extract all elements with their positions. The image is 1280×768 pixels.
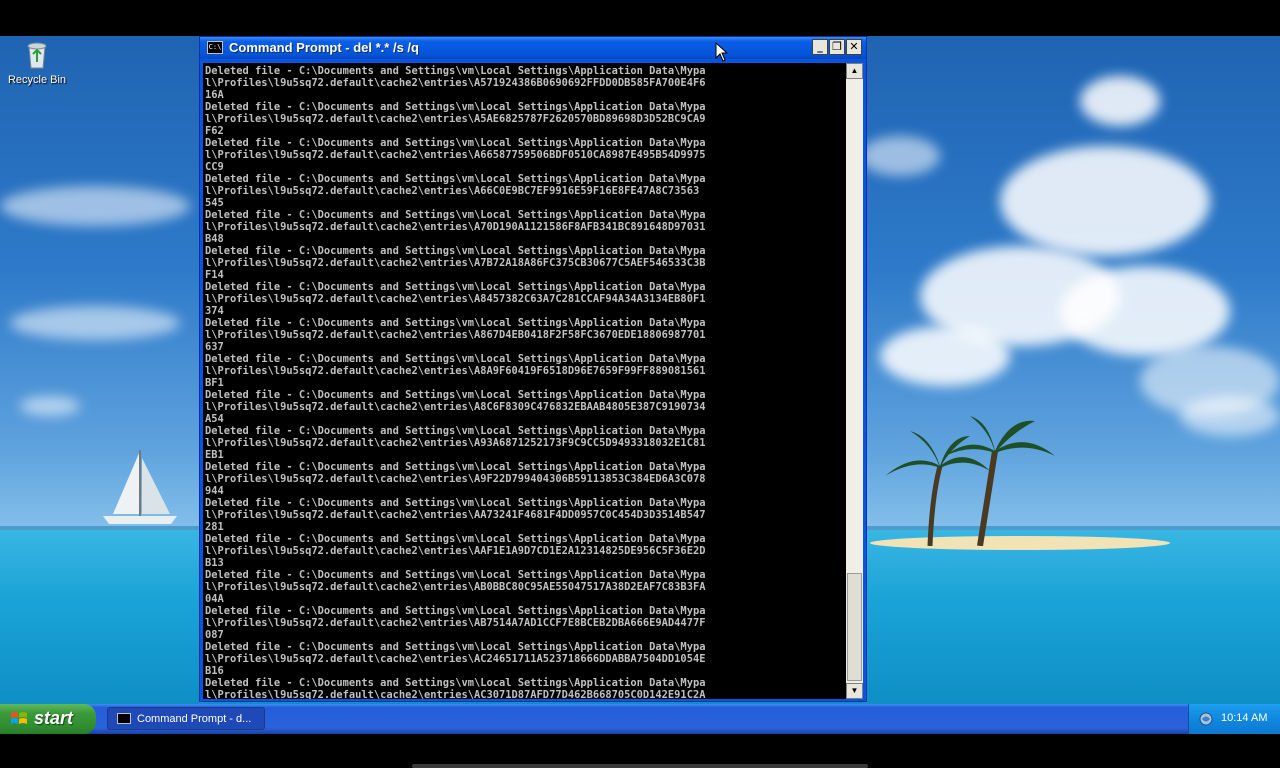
cloud xyxy=(860,136,940,176)
taskbar-button-label: Command Prompt - d... xyxy=(137,713,252,725)
windows-flag-icon xyxy=(11,712,27,724)
screen-bottom-strip xyxy=(0,734,1280,768)
start-button[interactable]: start xyxy=(0,704,96,734)
cloud xyxy=(880,326,1010,386)
mouse-pointer-icon xyxy=(715,42,729,62)
start-label: start xyxy=(34,708,74,728)
network-icon[interactable] xyxy=(1198,711,1214,727)
bottom-bar xyxy=(412,764,868,768)
palm-trees xyxy=(885,416,1055,546)
restore-button[interactable]: ❐ xyxy=(829,39,845,55)
close-button[interactable]: ✕ xyxy=(846,39,862,55)
console-text: Deleted file - C:\Documents and Settings… xyxy=(205,65,706,699)
command-prompt-icon[interactable]: C:\ xyxy=(207,41,223,54)
cloud xyxy=(0,186,190,226)
scroll-up-arrow-icon[interactable]: ▲ xyxy=(846,63,863,79)
sailboat xyxy=(103,450,177,524)
vertical-scrollbar[interactable]: ▲ ▼ xyxy=(846,63,863,699)
taskbar-button-command-prompt[interactable]: Command Prompt - d... xyxy=(107,707,265,730)
system-tray: 10:14 AM xyxy=(1188,704,1280,734)
command-prompt-icon xyxy=(117,713,131,724)
cloud xyxy=(1080,76,1160,126)
clock[interactable]: 10:14 AM xyxy=(1221,712,1267,724)
recycle-bin-label: Recycle Bin xyxy=(7,74,67,86)
recycle-bin-icon xyxy=(27,42,47,69)
command-prompt-window[interactable]: C:\ Command Prompt - del *.* /s /q _ ❐ ✕… xyxy=(199,36,867,702)
cloud xyxy=(20,396,80,416)
window-titlebar[interactable]: C:\ Command Prompt - del *.* /s /q _ ❐ ✕ xyxy=(200,37,866,59)
minimize-button[interactable]: _ xyxy=(812,39,828,55)
console-output-area[interactable]: Deleted file - C:\Documents and Settings… xyxy=(203,63,846,699)
cloud xyxy=(1180,396,1280,436)
recycle-bin-shortcut[interactable]: Recycle Bin xyxy=(6,38,68,86)
cloud xyxy=(1060,266,1230,356)
taskbar: start Command Prompt - d... 10:14 AM xyxy=(0,704,1280,734)
cloud xyxy=(10,306,180,340)
scrollbar-thumb[interactable] xyxy=(847,573,862,681)
window-title: Command Prompt - del *.* /s /q xyxy=(229,40,419,55)
scroll-down-arrow-icon[interactable]: ▼ xyxy=(846,683,863,699)
cloud xyxy=(1000,146,1210,256)
